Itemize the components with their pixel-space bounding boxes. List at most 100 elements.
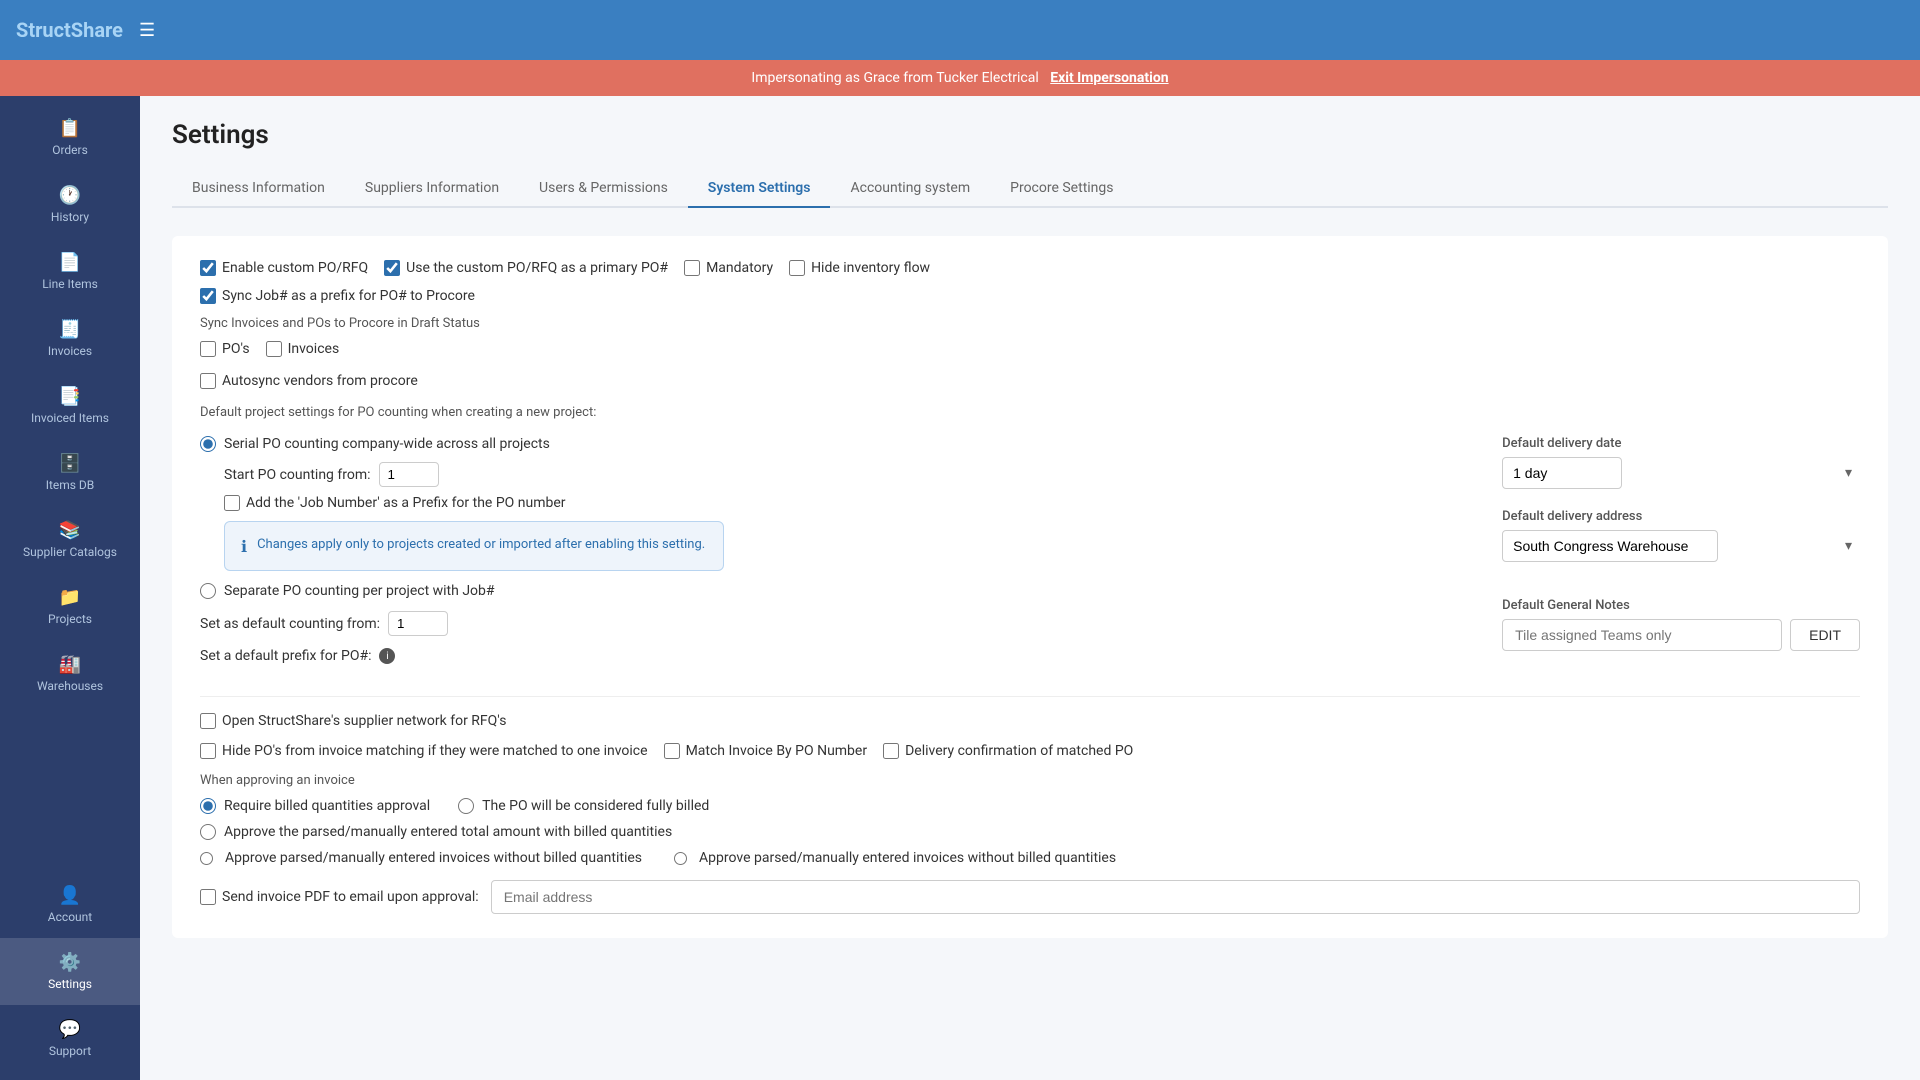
info-prefix-icon[interactable]: i xyxy=(379,648,395,664)
hide-pos-invoice-checkbox[interactable] xyxy=(200,743,216,759)
sidebar-item-invoiced-items[interactable]: 📑 Invoiced Items xyxy=(0,372,140,439)
sidebar-item-items-db[interactable]: 🗄️ Items DB xyxy=(0,439,140,506)
sidebar-item-support[interactable]: 💬 Support xyxy=(0,1005,140,1072)
add-job-number-item: Add the 'Job Number' as a Prefix for the… xyxy=(224,495,1462,511)
serial-po-counting-radio[interactable] xyxy=(200,436,216,452)
tab-system-settings[interactable]: System Settings xyxy=(688,170,831,208)
use-custom-primary-checkbox[interactable] xyxy=(384,260,400,276)
send-invoice-pdf-row: Send invoice PDF to email upon approval: xyxy=(200,880,1860,914)
use-custom-primary-label[interactable]: Use the custom PO/RFQ as a primary PO# xyxy=(406,260,668,276)
po-fully-billed-label[interactable]: The PO will be considered fully billed xyxy=(482,798,709,814)
when-approving-label: When approving an invoice xyxy=(200,773,1860,788)
sidebar-item-orders[interactable]: 📋 Orders xyxy=(0,104,140,171)
delivery-date-field: Default delivery date 1 day 2 days 3 day… xyxy=(1502,436,1860,489)
email-address-input[interactable] xyxy=(491,880,1860,914)
send-invoice-pdf-label[interactable]: Send invoice PDF to email upon approval: xyxy=(222,889,479,905)
serial-po-counting-item: Serial PO counting company-wide across a… xyxy=(200,436,1462,452)
send-invoice-pdf-item: Send invoice PDF to email upon approval: xyxy=(200,889,479,905)
po-fully-billed-radio[interactable] xyxy=(458,798,474,814)
approve-parsed-billed-item: Approve the parsed/manually entered tota… xyxy=(200,824,1860,840)
delivery-row: Serial PO counting company-wide across a… xyxy=(200,436,1860,680)
sync-job-prefix-label[interactable]: Sync Job# as a prefix for PO# to Procore xyxy=(222,288,475,304)
tab-business-information[interactable]: Business Information xyxy=(172,170,345,208)
sidebar-item-supplier-catalogs[interactable]: 📚 Supplier Catalogs xyxy=(0,506,140,573)
match-invoice-by-po-label[interactable]: Match Invoice By PO Number xyxy=(686,743,868,759)
approve-without-billed-label-2[interactable]: Approve parsed/manually entered invoices… xyxy=(699,850,1116,866)
tab-users-permissions[interactable]: Users & Permissions xyxy=(519,170,688,208)
sync-draft-row: PO's Invoices xyxy=(200,341,1860,357)
menu-toggle[interactable]: ☰ xyxy=(139,20,155,41)
general-notes-input[interactable] xyxy=(1502,619,1782,651)
mandatory-checkbox[interactable] xyxy=(684,260,700,276)
enable-custom-po-rfq-checkbox[interactable] xyxy=(200,260,216,276)
app-logo: StructShare xyxy=(16,18,123,42)
delivery-address-select-wrapper: South Congress Warehouse Main Warehouse xyxy=(1502,530,1860,562)
delivery-confirmation-checkbox[interactable] xyxy=(883,743,899,759)
autosync-vendors-checkbox[interactable] xyxy=(200,373,216,389)
approve-without-billed-row: Approve parsed/manually entered invoices… xyxy=(200,850,1860,866)
sidebar-item-account[interactable]: 👤 Account xyxy=(0,871,140,938)
items-db-icon: 🗄️ xyxy=(59,453,81,474)
start-po-counting-input[interactable] xyxy=(379,462,439,487)
start-po-counting-label: Start PO counting from: xyxy=(224,467,371,483)
tab-procore-settings[interactable]: Procore Settings xyxy=(990,170,1133,208)
sidebar-item-invoices[interactable]: 🧾 Invoices xyxy=(0,305,140,372)
delivery-address-select[interactable]: South Congress Warehouse Main Warehouse xyxy=(1502,530,1718,562)
hide-inventory-flow-label[interactable]: Hide inventory flow xyxy=(811,260,930,276)
sync-job-prefix-checkbox[interactable] xyxy=(200,288,216,304)
edit-notes-button[interactable]: EDIT xyxy=(1790,619,1860,651)
sidebar-item-projects[interactable]: 📁 Projects xyxy=(0,573,140,640)
delivery-date-select[interactable]: 1 day 2 days 3 days 1 week xyxy=(1502,457,1622,489)
exit-impersonation-link[interactable]: Exit Impersonation xyxy=(1050,70,1168,86)
custom-po-rfq-row: Enable custom PO/RFQ Use the custom PO/R… xyxy=(200,260,1860,276)
info-icon: ℹ xyxy=(241,537,247,556)
require-billed-quantities-label[interactable]: Require billed quantities approval xyxy=(224,798,430,814)
page-title: Settings xyxy=(172,120,1888,150)
serial-po-counting-label[interactable]: Serial PO counting company-wide across a… xyxy=(224,436,550,452)
autosync-vendors-label[interactable]: Autosync vendors from procore xyxy=(222,373,418,389)
require-billed-quantities-radio[interactable] xyxy=(200,798,216,814)
hide-inventory-flow-item: Hide inventory flow xyxy=(789,260,930,276)
approve-parsed-billed-radio[interactable] xyxy=(200,824,216,840)
line-items-icon: 📄 xyxy=(59,252,81,273)
delivery-address-section: Default delivery date 1 day 2 days 3 day… xyxy=(1502,436,1860,667)
match-invoice-by-po-checkbox[interactable] xyxy=(664,743,680,759)
send-invoice-pdf-checkbox[interactable] xyxy=(200,889,216,905)
po-counting-section: Serial PO counting company-wide across a… xyxy=(200,436,1462,680)
invoices-checkbox[interactable] xyxy=(266,341,282,357)
open-supplier-network-item: Open StructShare's supplier network for … xyxy=(200,713,1860,729)
mandatory-label[interactable]: Mandatory xyxy=(706,260,773,276)
separate-po-counting-label[interactable]: Separate PO counting per project with Jo… xyxy=(224,583,495,599)
settings-icon: ⚙️ xyxy=(59,952,81,973)
sidebar-item-line-items[interactable]: 📄 Line Items xyxy=(0,238,140,305)
notes-input-row: EDIT xyxy=(1502,619,1860,651)
open-supplier-network-label[interactable]: Open StructShare's supplier network for … xyxy=(222,713,506,729)
tab-suppliers-information[interactable]: Suppliers Information xyxy=(345,170,519,208)
approve-without-billed-radio[interactable] xyxy=(200,852,213,865)
default-project-settings-label: Default project settings for PO counting… xyxy=(200,405,1860,420)
add-job-number-checkbox[interactable] xyxy=(224,495,240,511)
invoices-label[interactable]: Invoices xyxy=(288,341,340,357)
set-default-counting-input[interactable] xyxy=(388,611,448,636)
default-prefix-row: Set a default prefix for PO#: i xyxy=(200,648,1462,664)
approve-parsed-billed-label[interactable]: Approve the parsed/manually entered tota… xyxy=(224,824,672,840)
pos-label[interactable]: PO's xyxy=(222,341,250,357)
hide-pos-invoice-label[interactable]: Hide PO's from invoice matching if they … xyxy=(222,743,648,759)
approve-without-billed-radio-2[interactable] xyxy=(674,852,687,865)
sidebar-item-settings[interactable]: ⚙️ Settings xyxy=(0,938,140,1005)
approve-without-billed-label[interactable]: Approve parsed/manually entered invoices… xyxy=(225,850,642,866)
enable-custom-po-rfq-label[interactable]: Enable custom PO/RFQ xyxy=(222,260,368,276)
sidebar-item-history[interactable]: 🕐 History xyxy=(0,171,140,238)
require-billed-quantities-item: Require billed quantities approval The P… xyxy=(200,798,1860,814)
hide-inventory-flow-checkbox[interactable] xyxy=(789,260,805,276)
pos-checkbox[interactable] xyxy=(200,341,216,357)
separate-po-counting-radio[interactable] xyxy=(200,583,216,599)
delivery-address-field: Default delivery address South Congress … xyxy=(1502,509,1860,562)
open-supplier-network-checkbox[interactable] xyxy=(200,713,216,729)
delivery-address-label: Default delivery address xyxy=(1502,509,1860,524)
delivery-confirmation-label[interactable]: Delivery confirmation of matched PO xyxy=(905,743,1133,759)
tab-accounting-system[interactable]: Accounting system xyxy=(830,170,990,208)
sidebar-item-warehouses[interactable]: 🏭 Warehouses xyxy=(0,640,140,707)
sidebar: 📋 Orders 🕐 History 📄 Line Items 🧾 Invoic… xyxy=(0,96,140,1080)
add-job-number-label[interactable]: Add the 'Job Number' as a Prefix for the… xyxy=(246,495,566,511)
